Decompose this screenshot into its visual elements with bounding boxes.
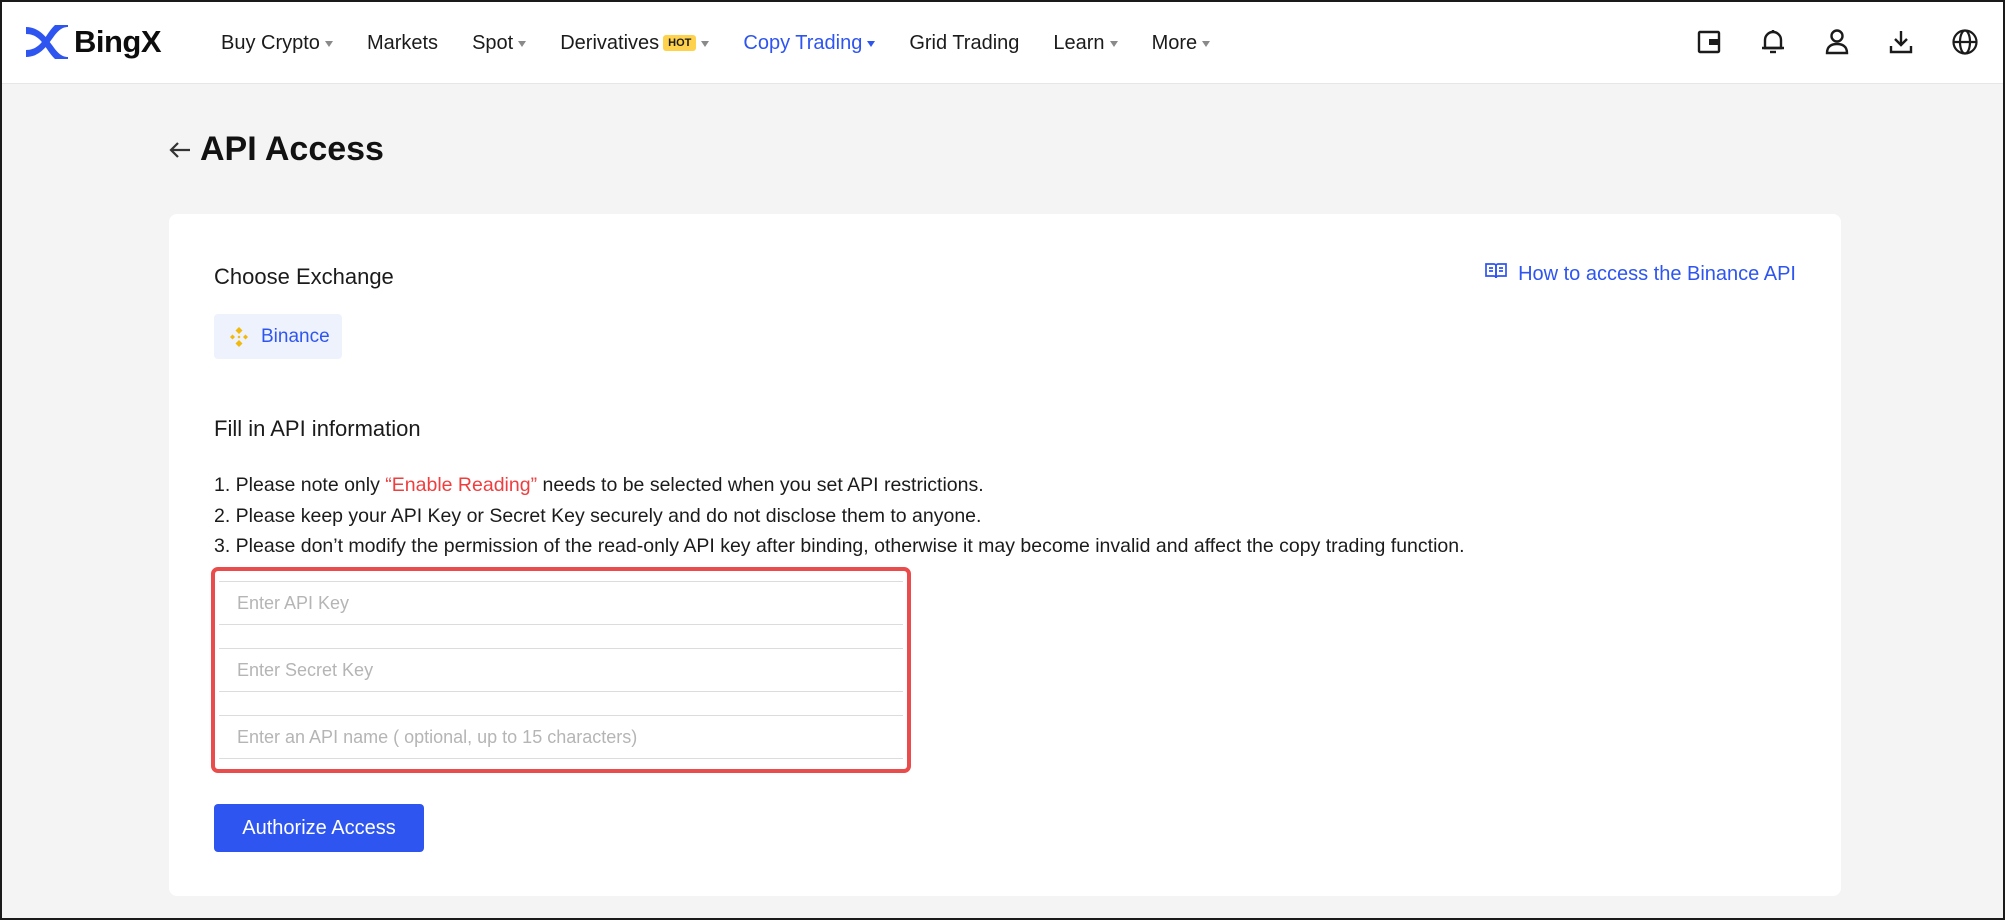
api-fields-group bbox=[211, 567, 911, 773]
api-name-field bbox=[219, 715, 903, 759]
nav-markets[interactable]: Markets bbox=[367, 32, 438, 55]
exchange-option-binance[interactable]: Binance bbox=[214, 314, 342, 359]
binance-logo-icon bbox=[230, 326, 248, 347]
header-icon-group bbox=[1661, 26, 1981, 58]
exchange-option-label: Binance bbox=[261, 325, 330, 347]
nav-label: Derivatives bbox=[560, 31, 660, 54]
api-key-input[interactable] bbox=[219, 582, 903, 624]
user-icon[interactable] bbox=[1821, 26, 1853, 58]
secret-key-input[interactable] bbox=[219, 649, 903, 691]
nav-label: Copy Trading bbox=[743, 31, 863, 54]
caret-down-icon bbox=[867, 41, 876, 47]
nav-buy-crypto[interactable]: Buy Crypto bbox=[221, 32, 333, 55]
wallet-icon[interactable] bbox=[1693, 26, 1725, 58]
api-name-input[interactable] bbox=[219, 716, 903, 758]
nav-more[interactable]: More bbox=[1152, 32, 1211, 55]
api-key-field bbox=[219, 581, 903, 625]
enable-reading-highlight: “Enable Reading” bbox=[385, 474, 538, 496]
authorize-access-button[interactable]: Authorize Access bbox=[214, 804, 424, 852]
nav-label: Markets bbox=[366, 31, 439, 54]
bingx-logo-mark-icon bbox=[26, 25, 68, 59]
caret-down-icon bbox=[1202, 41, 1211, 47]
nav-copy-trading[interactable]: Copy Trading bbox=[743, 31, 876, 55]
api-info-heading: Fill in API information bbox=[214, 416, 421, 441]
nav-derivatives[interactable]: Derivatives HOT bbox=[560, 31, 710, 55]
binance-api-help-link[interactable]: How to access the Binance API bbox=[1485, 262, 1796, 286]
caret-down-icon bbox=[518, 41, 527, 47]
nav-label: Spot bbox=[472, 31, 514, 54]
note-1: 1. Please note only “Enable Reading” nee… bbox=[214, 470, 1465, 501]
top-header: BingX Buy Crypto Markets Spot Derivative… bbox=[2, 2, 2003, 84]
nav-label: Buy Crypto bbox=[221, 31, 320, 54]
nav-label: Grid Trading bbox=[909, 31, 1020, 54]
back-arrow-icon[interactable] bbox=[168, 136, 196, 164]
bell-icon[interactable] bbox=[1757, 26, 1789, 58]
caret-down-icon bbox=[324, 41, 333, 47]
note-1-prefix: 1. Please note only bbox=[214, 474, 386, 496]
nav-label: Learn bbox=[1053, 31, 1105, 54]
nav-learn[interactable]: Learn bbox=[1053, 31, 1118, 55]
help-link-label: How to access the Binance API bbox=[1518, 262, 1796, 285]
book-icon bbox=[1485, 262, 1507, 286]
download-icon[interactable] bbox=[1885, 26, 1917, 58]
app-frame: BingX Buy Crypto Markets Spot Derivative… bbox=[0, 0, 2005, 920]
note-2: 2. Please keep your API Key or Secret Ke… bbox=[214, 504, 982, 527]
globe-icon[interactable] bbox=[1949, 26, 1981, 58]
page-title-row: API Access bbox=[168, 130, 384, 169]
brand-name: BingX bbox=[74, 24, 162, 59]
note-3: 3. Please don’t modify the permission of… bbox=[214, 535, 1465, 557]
note-1-suffix: needs to be selected when you set API re… bbox=[537, 474, 984, 496]
page-title: API Access bbox=[200, 130, 384, 168]
main-nav: Buy Crypto Markets Spot Derivatives HOT … bbox=[221, 2, 1244, 84]
api-notes: 1. Please note only “Enable Reading” nee… bbox=[214, 470, 1465, 562]
secret-key-field bbox=[219, 648, 903, 692]
caret-down-icon bbox=[1109, 41, 1118, 47]
hot-badge: HOT bbox=[663, 35, 697, 51]
nav-label: More bbox=[1151, 31, 1198, 54]
nav-spot[interactable]: Spot bbox=[472, 31, 527, 55]
caret-down-icon bbox=[701, 41, 710, 47]
choose-exchange-heading: Choose Exchange bbox=[214, 264, 394, 289]
nav-grid-trading[interactable]: Grid Trading bbox=[909, 32, 1019, 55]
bingx-logo[interactable]: BingX bbox=[24, 24, 162, 60]
api-access-card: Choose Exchange How to access the Binanc… bbox=[169, 214, 1841, 896]
